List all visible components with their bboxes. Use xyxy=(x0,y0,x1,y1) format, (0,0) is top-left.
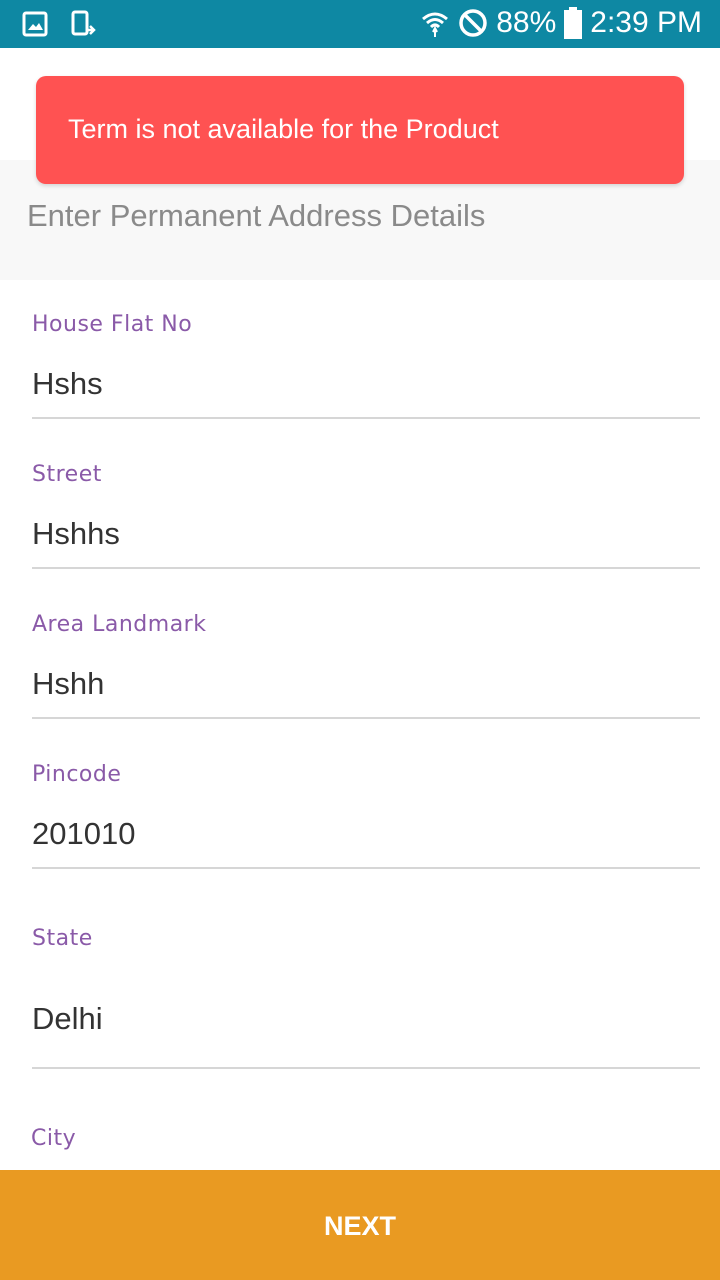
pincode-input[interactable] xyxy=(32,814,700,854)
status-bar: 88% 2:39 PM xyxy=(0,0,720,48)
pincode-field: Pincode xyxy=(32,762,700,872)
device-icon xyxy=(70,10,96,38)
field-label: House Flat No xyxy=(32,312,193,337)
battery-percent: 88% xyxy=(496,6,557,39)
app-screen: 88% 2:39 PM Enter Permanent Address Deta… xyxy=(0,0,720,1280)
image-icon xyxy=(22,11,48,37)
street-input[interactable] xyxy=(32,514,700,554)
error-toast: Term is not available for the Product xyxy=(36,76,684,184)
field-underline xyxy=(32,1067,700,1069)
house-flat-no-field: House Flat No xyxy=(32,312,700,422)
toast-message: Term is not available for the Product xyxy=(68,114,499,144)
field-underline xyxy=(32,417,700,419)
field-underline xyxy=(32,867,700,869)
blocked-icon xyxy=(458,8,488,38)
house-flat-no-input[interactable] xyxy=(32,364,700,404)
field-label: Street xyxy=(32,462,102,487)
city-field: City xyxy=(31,1126,699,1170)
section-title: Enter Permanent Address Details xyxy=(27,198,486,233)
street-field: Street xyxy=(32,462,700,572)
clock: 2:39 PM xyxy=(590,6,702,39)
state-field: State xyxy=(32,926,700,1072)
wifi-icon xyxy=(420,8,450,38)
state-select[interactable] xyxy=(32,998,700,1040)
field-label: Pincode xyxy=(32,762,122,787)
field-underline xyxy=(32,567,700,569)
field-label: State xyxy=(32,926,93,951)
area-landmark-field: Area Landmark xyxy=(32,612,700,722)
battery-icon xyxy=(564,7,583,39)
field-label: City xyxy=(31,1126,77,1151)
field-label: Area Landmark xyxy=(32,612,207,637)
next-button[interactable]: NEXT xyxy=(0,1170,720,1280)
field-underline xyxy=(32,717,700,719)
area-landmark-input[interactable] xyxy=(32,664,700,704)
